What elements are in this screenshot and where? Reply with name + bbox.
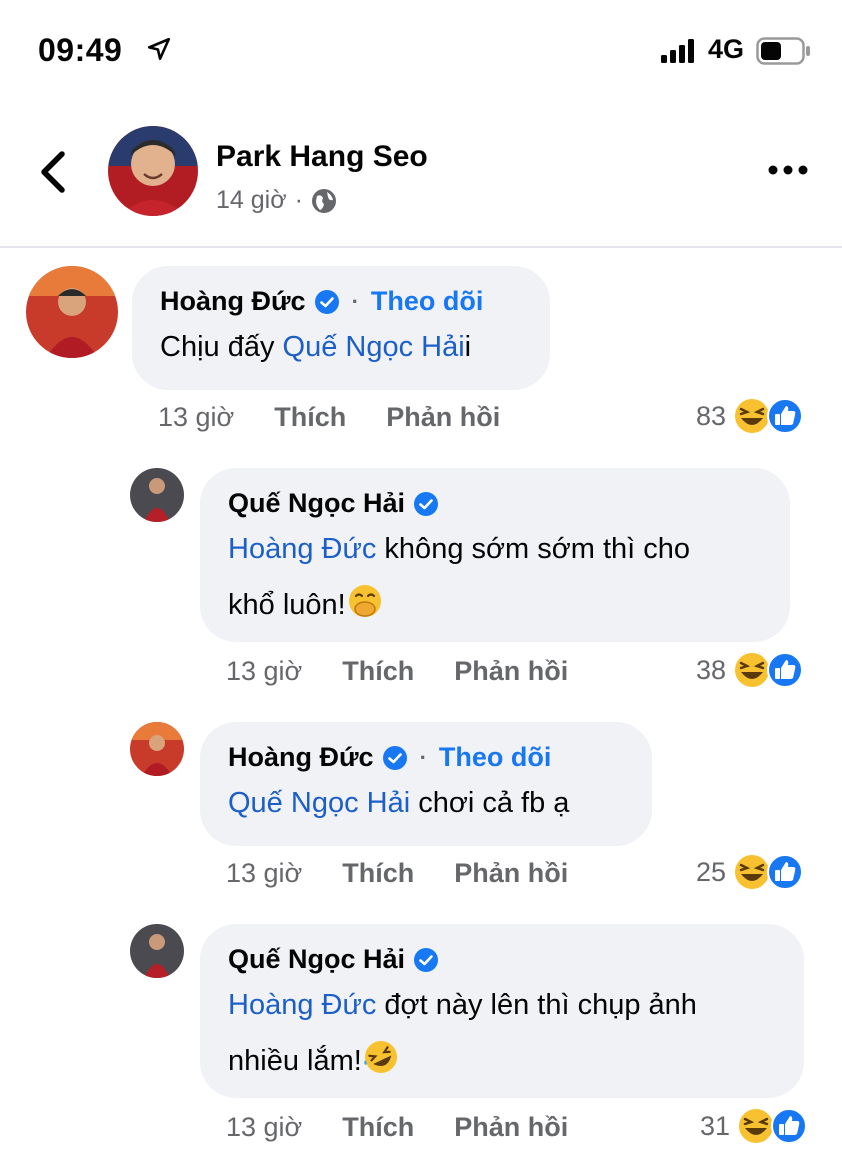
separator-dot: · [419,744,427,770]
commenter-name[interactable]: Hoàng Đức [228,742,374,773]
verified-badge-icon [382,745,407,770]
rolling-on-the-floor-laughing-icon [364,1041,397,1073]
reaction-count: 38 [696,654,727,685]
commenter-avatar[interactable] [130,722,184,776]
post-meta: 14 giờ · [216,186,337,215]
status-bar: 09:49 4G [0,0,842,100]
battery-icon [756,37,810,65]
comment-bubble: Hoàng Đức · Theo dõi Chịu đấy Quế Ngọc H… [132,266,550,390]
comment-text-part: nhiều lắm! [228,1045,362,1077]
mention-link[interactable]: Hoàng Đức [228,989,376,1021]
reply-button[interactable]: Phản hồi [454,1112,568,1143]
comment-text: Quế Ngọc Hải chơi cả fb ạ [228,775,624,831]
comment-header: Quế Ngọc Hải [228,944,776,975]
reaction-count: 83 [696,400,727,431]
follow-button[interactable]: Theo dõi [439,742,551,773]
like-reaction-icon [771,1108,808,1144]
comment-age[interactable]: 13 giờ [226,1112,302,1143]
comment-reply: Quế Ngọc Hải Hoàng Đức không sớm sớm thì… [0,468,842,698]
mention-link[interactable]: Hoàng Đức [228,533,376,565]
commenter-name[interactable]: Quế Ngọc Hải [228,944,405,975]
comment-text-part: không sớm sớm thì cho [376,533,691,565]
follow-button[interactable]: Theo dõi [371,286,483,317]
comment-text-part: i [464,331,472,363]
more-options-icon[interactable] [766,162,810,178]
like-button[interactable]: Thích [342,1112,414,1143]
like-button[interactable]: Thích [274,402,346,433]
comment-reply: Hoàng Đức · Theo dõi Quế Ngọc Hải chơi c… [0,722,842,902]
comment-actions: 13 giờ Thích Phản hồi [226,858,568,889]
verified-badge-icon [314,289,339,314]
reply-button[interactable]: Phản hồi [454,656,568,687]
comment-age[interactable]: 13 giờ [226,656,302,687]
comment-reply: Quế Ngọc Hải Hoàng Đức đợt này lên thì c… [0,924,842,1152]
face-with-hand-over-mouth-icon [348,585,381,617]
commenter-name[interactable]: Quế Ngọc Hải [228,488,405,519]
verified-badge-icon [414,491,439,516]
reply-button[interactable]: Phản hồi [386,402,500,433]
comment-age[interactable]: 13 giờ [226,858,302,889]
comment-actions: 13 giờ Thích Phản hồi [158,402,500,433]
mention-link[interactable]: Quế Ngọc Hải [228,787,410,819]
separator-dot: · [351,288,359,314]
post-age[interactable]: 14 giờ [216,186,287,215]
author-avatar[interactable] [108,126,198,216]
comment-text: Chịu đấy Quế Ngọc Hảii [160,319,522,375]
like-button[interactable]: Thích [342,858,414,889]
back-chevron-icon[interactable] [36,150,70,194]
comment-bubble: Quế Ngọc Hải Hoàng Đức đợt này lên thì c… [200,924,804,1098]
comment-text-part: khổ luôn! [228,589,346,621]
globe-icon [311,188,336,213]
comment-header: Hoàng Đức · Theo dõi [160,286,522,317]
cellular-signal-icon [661,39,694,63]
comment-bubble: Quế Ngọc Hải Hoàng Đức không sớm sớm thì… [200,468,790,642]
comment-actions: 13 giờ Thích Phản hồi [226,1112,568,1143]
comment-header: Quế Ngọc Hải [228,488,762,519]
commenter-avatar[interactable] [130,924,184,978]
comment-age[interactable]: 13 giờ [158,402,234,433]
post-author-name[interactable]: Park Hang Seo [216,140,428,174]
comment-actions: 13 giờ Thích Phản hồi [226,656,568,687]
like-reaction-icon [767,652,804,688]
comment-text: Hoàng Đức không sớm sớm thì cho khổ luôn… [228,521,762,633]
comment-text-part: chơi cả fb ạ [410,787,570,819]
reaction-summary[interactable]: 83 [696,396,804,436]
reaction-summary[interactable]: 25 [696,852,804,892]
reaction-count: 25 [696,856,727,887]
comment-text: Hoàng Đức đợt này lên thì chụp ảnh nhiều… [228,977,776,1089]
commenter-name[interactable]: Hoàng Đức [160,286,306,317]
post-header: Park Hang Seo 14 giờ · [0,110,842,248]
comment-header: Hoàng Đức · Theo dõi [228,742,624,773]
commenter-avatar[interactable] [130,468,184,522]
mention-link[interactable]: Quế Ngọc Hải [283,331,465,363]
network-type: 4G [708,34,745,64]
reaction-summary[interactable]: 38 [696,650,804,690]
comment-bubble: Hoàng Đức · Theo dõi Quế Ngọc Hải chơi c… [200,722,652,846]
comment-text-part: đợt này lên thì chụp ảnh [376,989,697,1021]
like-button[interactable]: Thích [342,656,414,687]
comment-text-part: Chịu đấy [160,331,283,363]
like-reaction-icon [767,854,804,890]
comment: Hoàng Đức · Theo dõi Chịu đấy Quế Ngọc H… [0,266,842,446]
reaction-summary[interactable]: 31 [700,1106,808,1146]
commenter-avatar[interactable] [26,266,118,358]
reply-button[interactable]: Phản hồi [454,858,568,889]
meta-separator: · [294,186,303,214]
status-time: 09:49 [38,32,123,68]
reaction-count: 31 [700,1110,731,1141]
location-arrow-icon [147,37,171,61]
verified-badge-icon [414,947,439,972]
like-reaction-icon [767,398,804,434]
